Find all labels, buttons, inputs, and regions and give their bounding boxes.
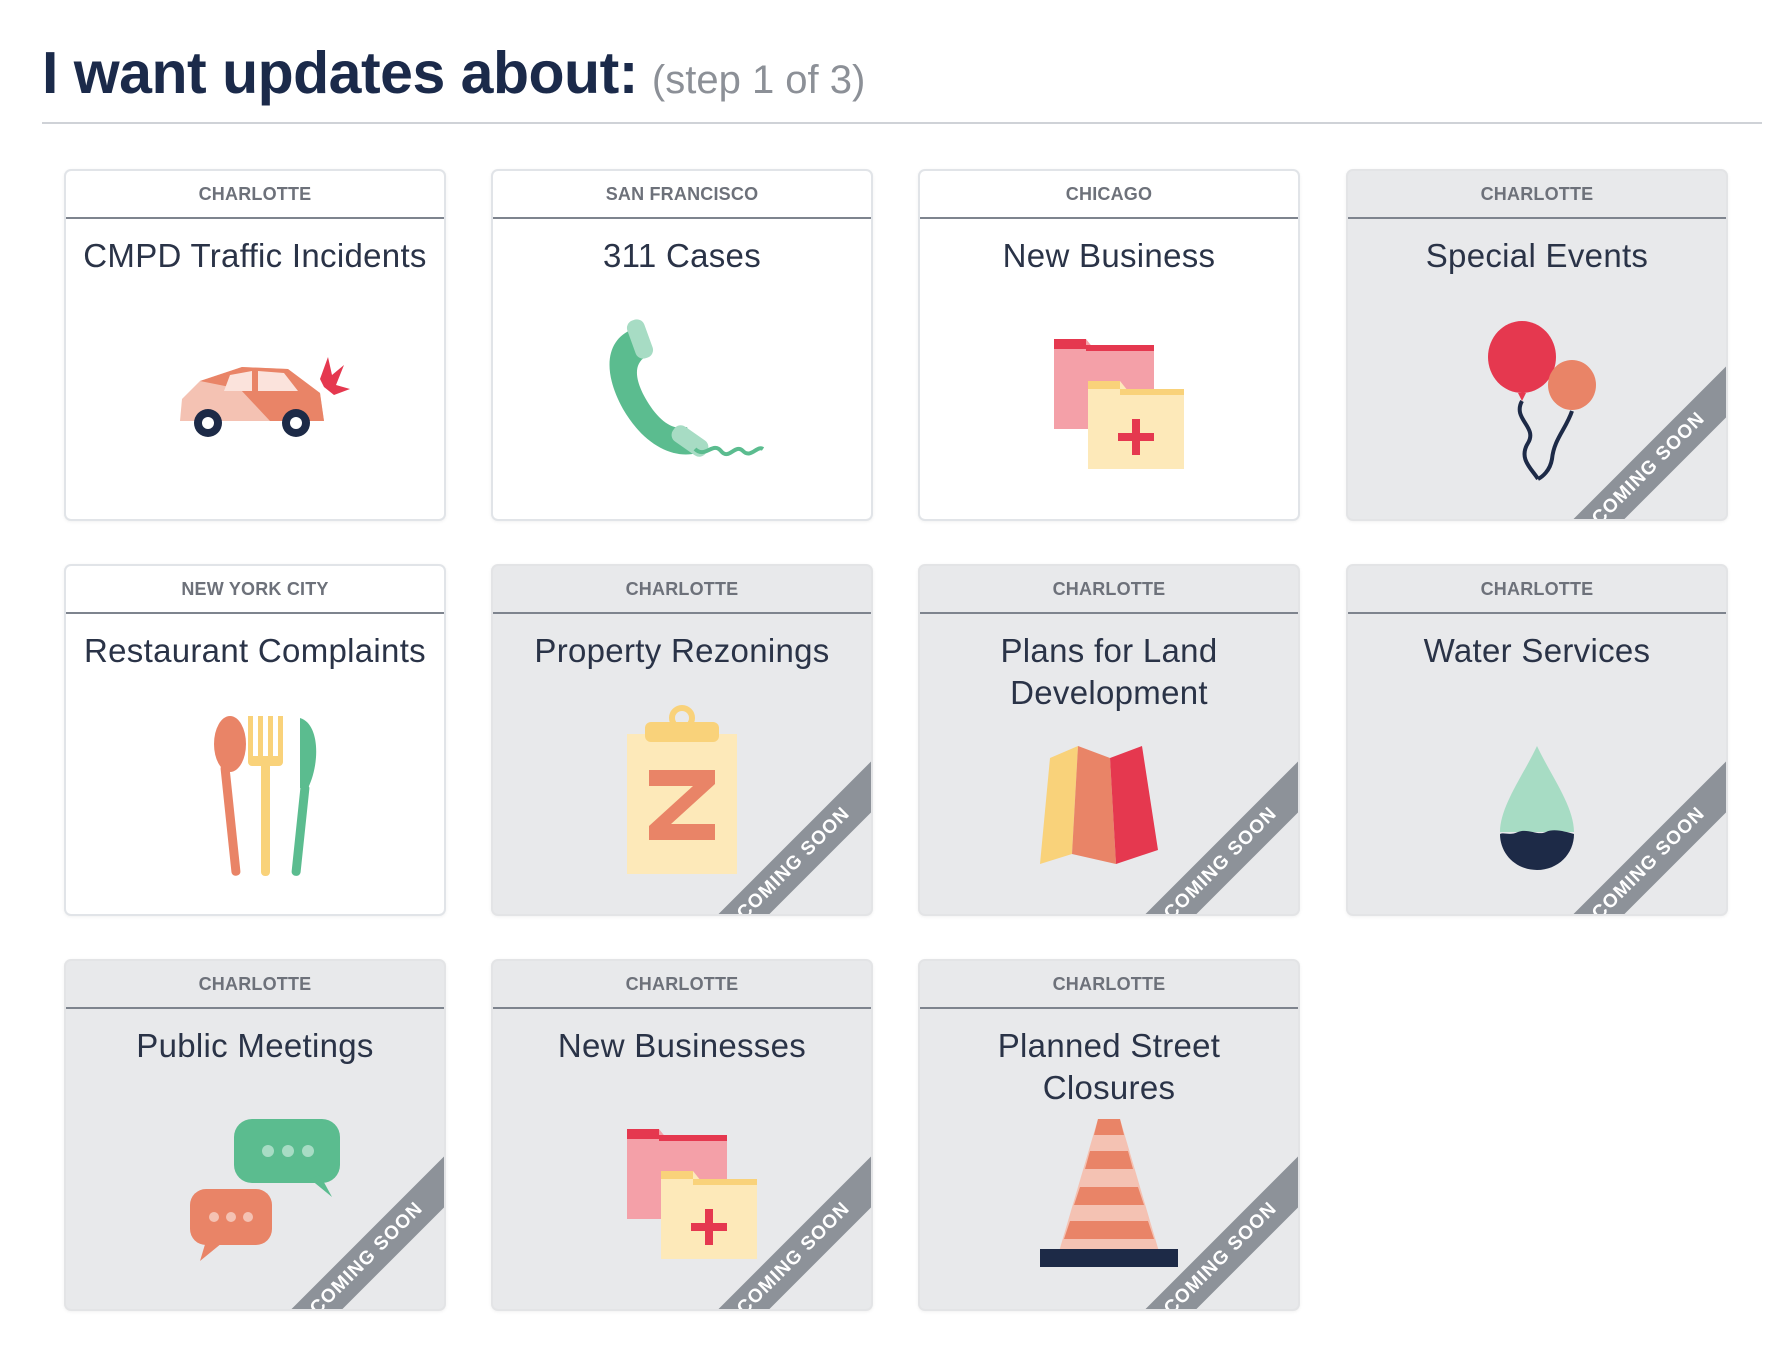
utensils-icon (160, 704, 350, 884)
topic-card-restaurant-complaints[interactable]: NEW YORK CITY Restaurant Complaints (64, 564, 446, 916)
card-city: CHARLOTTE (493, 566, 871, 614)
card-title: Property Rezonings (534, 632, 830, 669)
topic-card-water-services[interactable]: CHARLOTTE Water Services COMING SOON (1346, 564, 1728, 916)
card-title: 311 Cases (602, 237, 762, 274)
folder-add-icon (587, 1099, 777, 1279)
step-indicator: (step 1 of 3) (651, 58, 866, 102)
topic-card-cmpd-traffic-incidents[interactable]: CHARLOTTE CMPD Traffic Incidents (64, 169, 446, 521)
card-title: Plans for Land Development (1000, 632, 1218, 711)
topic-card-special-events[interactable]: CHARLOTTE Special Events COMING SOON (1346, 169, 1728, 521)
folder-add-icon (1014, 309, 1204, 489)
card-city: SAN FRANCISCO (493, 171, 871, 219)
telephone-icon (587, 309, 777, 489)
page-title: I want updates about: (step 1 of 3) (42, 38, 865, 115)
topic-card-new-business[interactable]: CHICAGO New Business (918, 169, 1300, 521)
water-drop-icon (1442, 704, 1632, 884)
chat-bubbles-icon (160, 1099, 350, 1279)
card-title: Planned Street Closures (997, 1027, 1221, 1106)
card-city: CHICAGO (920, 171, 1298, 219)
balloons-icon (1442, 309, 1632, 489)
car-crash-icon (160, 309, 350, 489)
card-title: Water Services (1423, 632, 1651, 669)
map-icon (1014, 704, 1204, 884)
card-city: CHARLOTTE (1348, 171, 1726, 219)
card-title: Public Meetings (136, 1027, 374, 1064)
page-header: I want updates about: (step 1 of 3) (42, 38, 1762, 124)
topic-card-public-meetings[interactable]: CHARLOTTE Public Meetings COMING SOON (64, 959, 446, 1311)
topic-card-311-cases[interactable]: SAN FRANCISCO 311 Cases (491, 169, 873, 521)
card-city: CHARLOTTE (493, 961, 871, 1009)
card-city: CHARLOTTE (920, 566, 1298, 614)
card-city: NEW YORK CITY (66, 566, 444, 614)
clipboard-z-icon (587, 704, 777, 884)
title-text: I want updates about: (42, 40, 638, 106)
card-city: CHARLOTTE (920, 961, 1298, 1009)
topic-card-plans-for-land-development[interactable]: CHARLOTTE Plans for Land Development COM… (918, 564, 1300, 916)
card-title: Special Events (1425, 237, 1649, 274)
topic-card-property-rezonings[interactable]: CHARLOTTE Property Rezonings COMING SOON (491, 564, 873, 916)
topic-card-new-businesses[interactable]: CHARLOTTE New Businesses COMING SOON (491, 959, 873, 1311)
card-city: CHARLOTTE (1348, 566, 1726, 614)
card-title: Restaurant Complaints (84, 632, 426, 669)
traffic-cone-icon (1014, 1099, 1204, 1279)
card-title: New Business (1002, 237, 1216, 274)
topic-card-planned-street-closures[interactable]: CHARLOTTE Planned Street Closures COMING… (918, 959, 1300, 1311)
card-city: CHARLOTTE (66, 961, 444, 1009)
card-title: New Businesses (557, 1027, 807, 1064)
card-title: CMPD Traffic Incidents (83, 237, 427, 274)
card-city: CHARLOTTE (66, 171, 444, 219)
